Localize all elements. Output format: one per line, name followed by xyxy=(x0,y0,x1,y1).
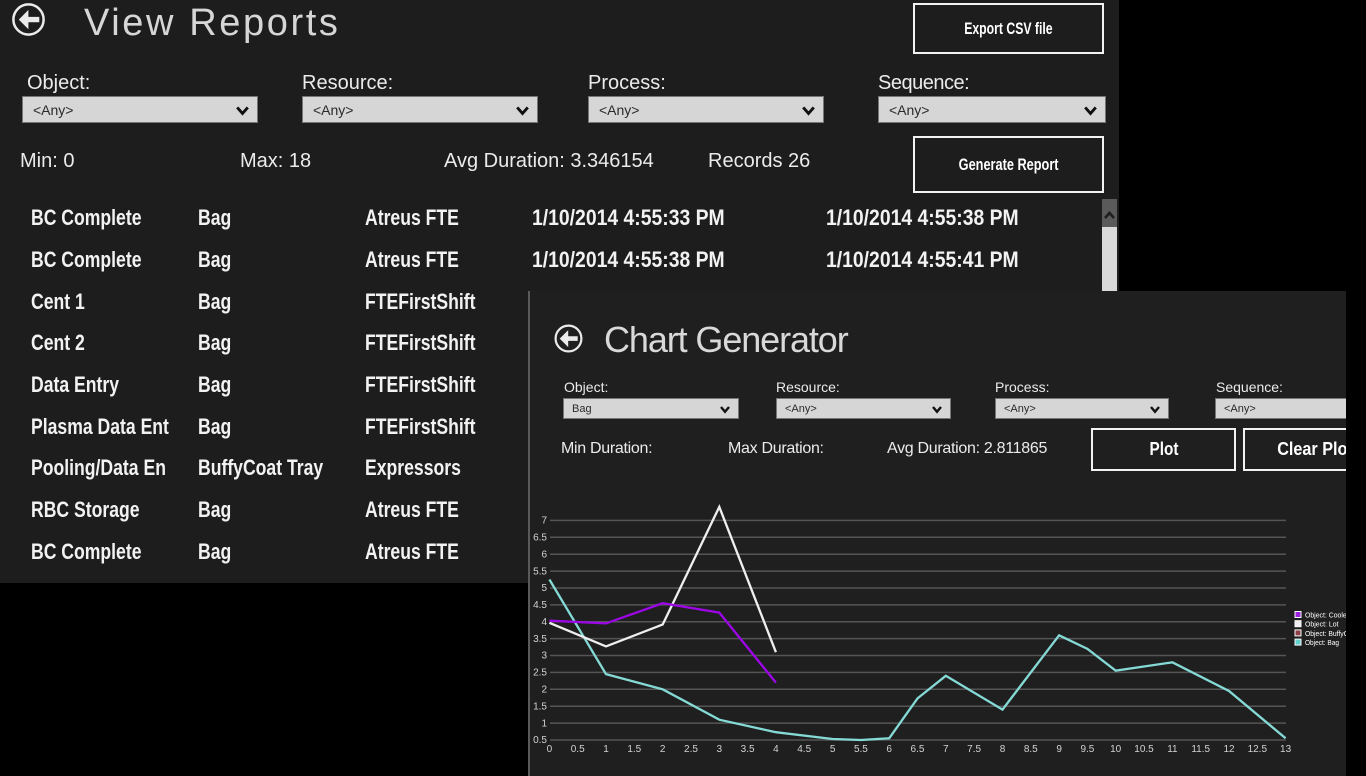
svg-text:Object: Cooler: Object: Cooler xyxy=(1305,611,1346,620)
svg-text:10: 10 xyxy=(1110,744,1122,755)
svg-text:6: 6 xyxy=(886,744,892,755)
svg-text:2: 2 xyxy=(660,744,666,755)
svg-text:3: 3 xyxy=(541,651,547,662)
svg-text:3: 3 xyxy=(717,744,723,755)
svg-text:4: 4 xyxy=(541,617,547,628)
svg-text:10.5: 10.5 xyxy=(1134,744,1154,755)
svg-text:3.5: 3.5 xyxy=(741,744,755,755)
svg-text:3.5: 3.5 xyxy=(533,634,547,645)
svg-text:5: 5 xyxy=(830,744,836,755)
svg-text:Object: Bag: Object: Bag xyxy=(1305,638,1339,647)
svg-text:1.5: 1.5 xyxy=(533,701,547,712)
svg-text:2.5: 2.5 xyxy=(533,668,547,679)
svg-text:5.5: 5.5 xyxy=(854,744,868,755)
svg-text:1: 1 xyxy=(603,744,609,755)
svg-text:1.5: 1.5 xyxy=(627,744,641,755)
svg-text:Object: Lot: Object: Lot xyxy=(1305,620,1339,629)
svg-text:0: 0 xyxy=(547,744,553,755)
svg-text:7: 7 xyxy=(541,516,547,527)
svg-text:4.5: 4.5 xyxy=(533,600,547,611)
svg-text:0.5: 0.5 xyxy=(533,735,547,746)
svg-text:2.5: 2.5 xyxy=(684,744,698,755)
svg-text:1: 1 xyxy=(541,718,547,729)
svg-text:6.5: 6.5 xyxy=(911,744,925,755)
svg-text:6: 6 xyxy=(541,549,547,560)
svg-text:8: 8 xyxy=(1000,744,1006,755)
svg-text:0.5: 0.5 xyxy=(571,744,585,755)
svg-text:11: 11 xyxy=(1167,744,1178,755)
svg-text:5: 5 xyxy=(541,583,547,594)
svg-text:13: 13 xyxy=(1280,744,1292,755)
svg-text:12: 12 xyxy=(1223,744,1235,755)
svg-text:5.5: 5.5 xyxy=(533,566,547,577)
svg-text:4.5: 4.5 xyxy=(797,744,811,755)
svg-text:11.5: 11.5 xyxy=(1191,744,1210,755)
svg-text:7: 7 xyxy=(943,744,949,755)
svg-text:4: 4 xyxy=(773,744,779,755)
svg-text:Object: BuffyCoat: Object: BuffyCoat xyxy=(1305,629,1346,638)
svg-text:12.5: 12.5 xyxy=(1248,744,1268,755)
svg-text:8.5: 8.5 xyxy=(1024,744,1038,755)
svg-text:9.5: 9.5 xyxy=(1080,744,1094,755)
svg-text:2: 2 xyxy=(541,685,547,696)
svg-text:7.5: 7.5 xyxy=(967,744,981,755)
svg-text:9: 9 xyxy=(1056,744,1062,755)
svg-text:6.5: 6.5 xyxy=(533,533,547,544)
